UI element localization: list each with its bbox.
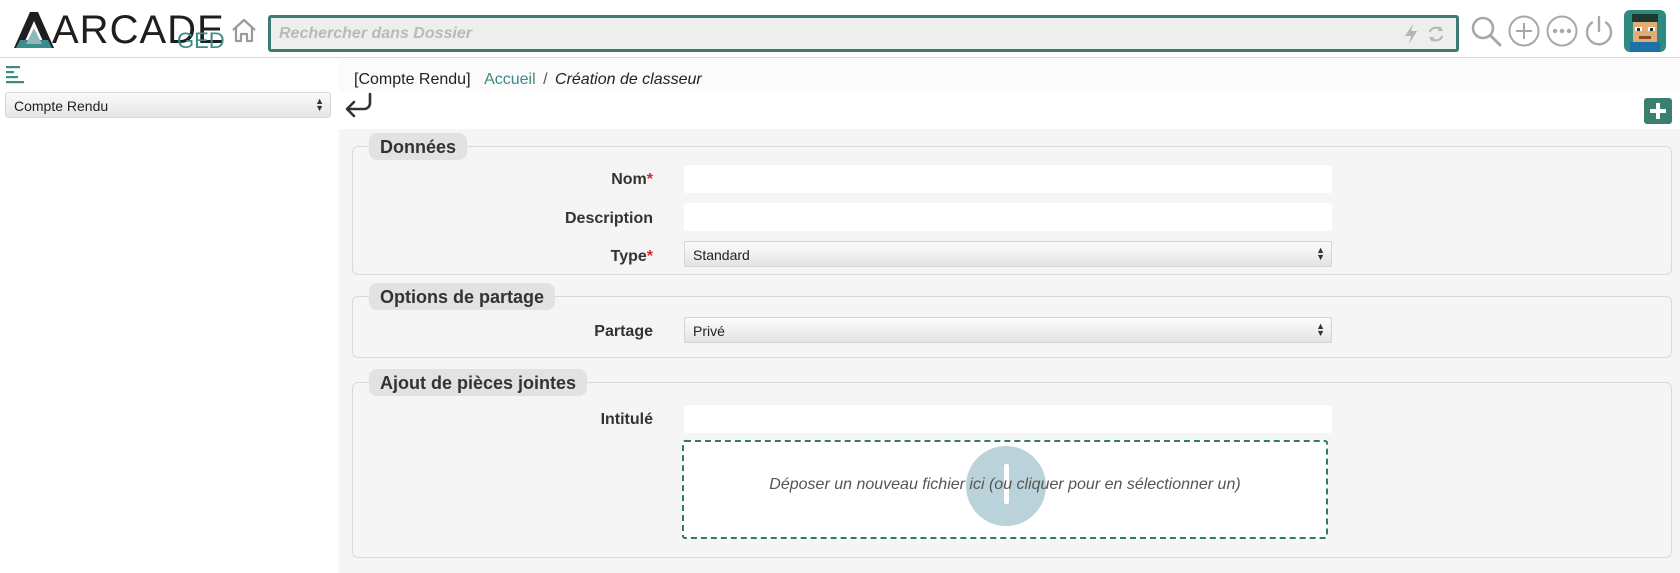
search-icon[interactable] xyxy=(1469,14,1503,48)
data-section: Données Nom* Description Type* Standard … xyxy=(352,133,1672,275)
select-arrows-icon: ▲ ▼ xyxy=(1316,245,1325,262)
name-label-text: Nom xyxy=(611,171,647,188)
dropzone-text: Déposer un nouveau fichier ici (ou cliqu… xyxy=(769,476,1241,493)
required-mark: * xyxy=(646,248,653,265)
select-arrows-icon: ▲ ▼ xyxy=(315,96,324,113)
required-mark: * xyxy=(646,171,653,188)
context-select[interactable]: Compte Rendu ▲ ▼ xyxy=(5,92,331,118)
user-avatar-icon xyxy=(1624,10,1666,52)
breadcrumb-context: [Compte Rendu] xyxy=(354,71,471,88)
menu-toggle-icon[interactable] xyxy=(5,64,25,84)
select-arrows-icon: ▲ ▼ xyxy=(1316,321,1325,338)
more-icon[interactable] xyxy=(1545,14,1579,48)
type-select-value: Standard xyxy=(693,247,750,263)
page-toolbar xyxy=(339,91,1680,129)
app-logo[interactable]: ARCADE GED xyxy=(12,8,227,54)
type-select[interactable]: Standard ▲ ▼ xyxy=(684,241,1332,267)
file-dropzone[interactable]: Déposer un nouveau fichier ici (ou cliqu… xyxy=(682,440,1328,539)
form-panel: Données Nom* Description Type* Standard … xyxy=(339,129,1680,573)
attachment-title-label: Intitulé xyxy=(600,411,653,428)
breadcrumb-current: Création de classeur xyxy=(555,71,702,88)
breadcrumb-separator: / xyxy=(543,71,548,88)
top-bar: ARCADE GED xyxy=(0,0,1680,58)
main-content: [Compte Rendu] Accueil / Création de cla… xyxy=(339,59,1680,573)
description-label: Description xyxy=(564,210,653,227)
description-input[interactable] xyxy=(684,203,1332,231)
sync-icon[interactable] xyxy=(1426,24,1446,44)
attachments-section: Ajout de pièces jointes Intitulé Déposer… xyxy=(352,369,1672,558)
avatar[interactable] xyxy=(1624,10,1666,52)
sidebar: Compte Rendu ▲ ▼ xyxy=(0,59,339,573)
attachments-section-title: Ajout de pièces jointes xyxy=(369,369,588,396)
add-button[interactable] xyxy=(1644,98,1672,124)
bolt-icon[interactable] xyxy=(1402,23,1420,45)
breadcrumb: [Compte Rendu] Accueil / Création de cla… xyxy=(354,71,702,89)
context-select-value: Compte Rendu xyxy=(14,98,109,114)
breadcrumb-home-link[interactable]: Accueil xyxy=(484,71,536,88)
search-input[interactable] xyxy=(279,23,1379,45)
logo-subtext: GED xyxy=(177,28,225,53)
data-section-title: Données xyxy=(369,133,468,160)
home-icon[interactable] xyxy=(230,16,258,44)
power-icon[interactable] xyxy=(1582,14,1616,48)
share-label: Partage xyxy=(594,323,653,340)
type-label: Type* xyxy=(353,248,653,266)
share-select[interactable]: Privé ▲ ▼ xyxy=(684,317,1332,343)
back-icon[interactable] xyxy=(342,91,376,121)
attachment-title-input[interactable] xyxy=(684,405,1332,433)
type-label-text: Type xyxy=(610,248,647,265)
name-input[interactable] xyxy=(684,165,1332,193)
name-label: Nom* xyxy=(353,171,653,189)
plus-icon xyxy=(1650,103,1666,119)
add-circle-icon[interactable] xyxy=(1507,14,1541,48)
share-select-value: Privé xyxy=(693,323,725,339)
search-bar xyxy=(268,15,1459,52)
sharing-section-title: Options de partage xyxy=(369,283,556,310)
sharing-section: Options de partage Partage Privé ▲ ▼ xyxy=(352,283,1672,358)
